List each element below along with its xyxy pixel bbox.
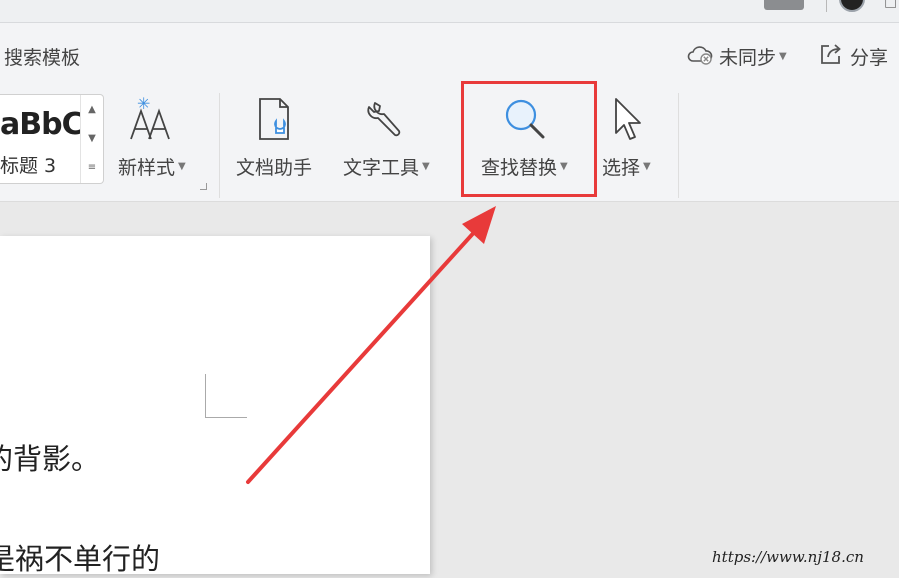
window-badge[interactable] xyxy=(764,0,804,10)
new-style-icon: ✳ xyxy=(129,95,175,143)
window-control-icon[interactable]: □ xyxy=(884,0,897,10)
text-tool-wrench-icon xyxy=(363,95,409,143)
document-text-line: 是祸不单行的 xyxy=(0,542,161,576)
share-icon xyxy=(818,41,844,72)
style-name-label: 标题 3 xyxy=(0,155,57,177)
title-bar: □ xyxy=(0,0,899,23)
group-divider xyxy=(219,93,220,198)
chevron-down-icon: ▼ xyxy=(779,50,787,62)
select-button[interactable]: 选择 ▼ xyxy=(602,95,651,180)
share-button[interactable]: 分享 xyxy=(818,41,888,71)
tab-search-templates[interactable]: 搜索模板 xyxy=(4,43,80,70)
new-style-label: 新样式 xyxy=(118,157,176,179)
annotation-highlight-box xyxy=(461,81,597,197)
style-gallery[interactable]: aBbCc 标题 3 ▲ ▼ ≡ xyxy=(0,94,104,184)
new-style-button[interactable]: ✳ 新样式 ▼ xyxy=(118,95,186,180)
ribbon-toolbar: 搜索模板 未同步 ▼ 分享 aBbCc 标题 3 ▲ ▼ ≡ xyxy=(0,23,899,202)
scroll-down-icon[interactable]: ▼ xyxy=(81,124,103,153)
select-label: 选择 xyxy=(602,157,641,179)
group-divider xyxy=(678,93,679,198)
margin-corner-mark xyxy=(205,417,247,418)
sync-status-label: 未同步 xyxy=(719,46,777,69)
chevron-down-icon: ▼ xyxy=(643,161,651,172)
title-bar-divider xyxy=(826,0,827,12)
document-assistant-button[interactable]: 文档助手 xyxy=(236,95,312,180)
text-tool-button[interactable]: 文字工具 ▼ xyxy=(343,95,430,180)
watermark: https://www.nj18.cn xyxy=(712,548,864,566)
scroll-up-icon[interactable]: ▲ xyxy=(81,95,103,124)
margin-corner-mark xyxy=(205,374,206,418)
document-assistant-icon xyxy=(251,95,297,143)
document-page[interactable]: 的背影。 是祸不单行的 xyxy=(0,236,430,576)
document-assistant-label: 文档助手 xyxy=(236,157,313,179)
cursor-arrow-icon xyxy=(603,95,649,143)
style-sample-preview: aBbCc xyxy=(0,107,80,142)
svg-text:✳: ✳ xyxy=(137,95,150,113)
user-avatar[interactable] xyxy=(839,0,865,12)
document-text-line: 的背影。 xyxy=(0,442,101,476)
chevron-down-icon: ▼ xyxy=(422,161,430,172)
dialog-launcher-icon[interactable] xyxy=(200,183,207,190)
chevron-down-icon: ▼ xyxy=(178,161,186,172)
gallery-more-icon[interactable]: ≡ xyxy=(81,153,103,182)
share-label: 分享 xyxy=(850,46,889,69)
cloud-sync-icon xyxy=(685,42,715,71)
text-tool-label: 文字工具 xyxy=(343,157,420,179)
style-gallery-scroller: ▲ ▼ ≡ xyxy=(80,95,103,183)
sync-status-button[interactable]: 未同步 ▼ xyxy=(685,41,787,71)
